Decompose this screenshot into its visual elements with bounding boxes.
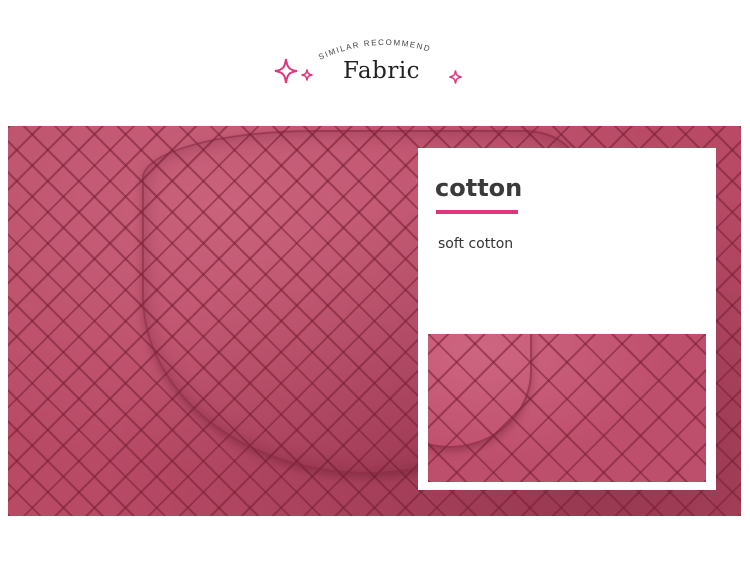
section-title: Fabric — [343, 58, 421, 84]
section-header: SIMILAR RECOMMEND Fabric — [0, 0, 750, 126]
small-sparkle-icon — [301, 69, 313, 81]
fabric-detail-photo — [428, 334, 706, 482]
detail-pocket-shape — [428, 334, 532, 448]
card-description: soft cotton — [438, 236, 514, 252]
fabric-info-card: cotton soft cotton — [418, 148, 716, 490]
large-sparkle-icon — [274, 58, 298, 84]
right-sparkle-icon — [449, 70, 462, 84]
card-title: cotton — [435, 174, 523, 202]
title-underline — [436, 210, 518, 214]
